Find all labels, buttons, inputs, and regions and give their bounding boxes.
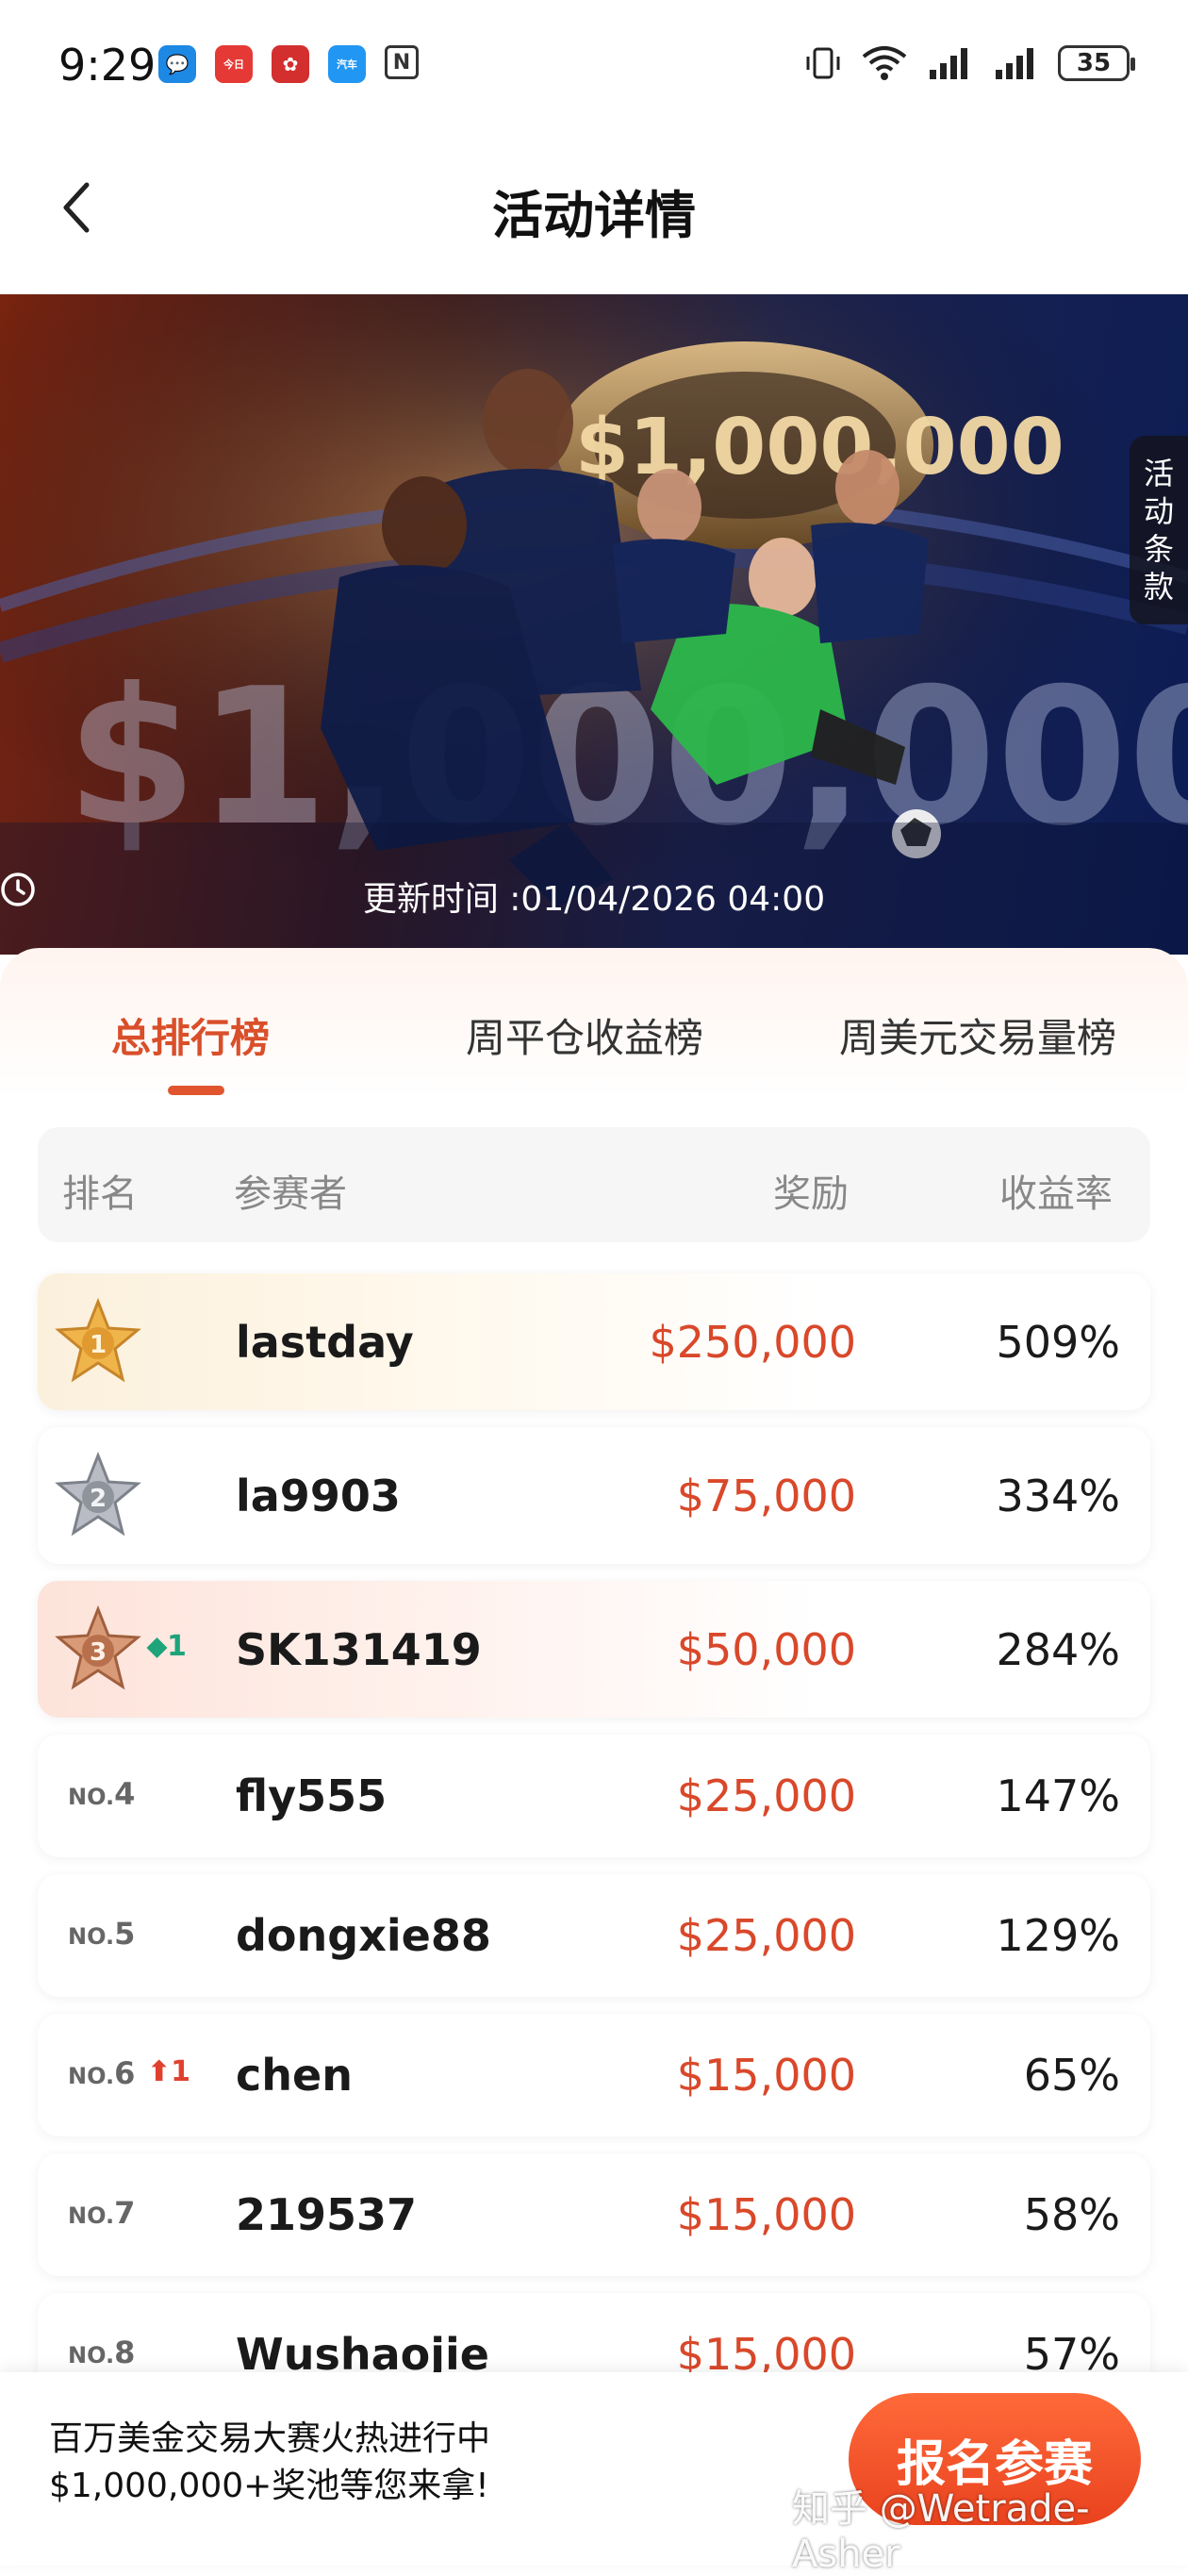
page-title: 活动详情 (492, 186, 696, 245)
system-icons: 35 (803, 43, 1135, 83)
nav-header: 活动详情 (0, 132, 1188, 294)
table-row[interactable]: NO.7 219537 $15,000 58% (38, 2153, 1150, 2276)
promo-line-1: 百万美金交易大赛火热进行中 (49, 2419, 491, 2458)
header-rank: 排名 (62, 1172, 138, 1216)
return-rate: 284% (996, 1624, 1120, 1675)
car-notification-icon: 汽车 (328, 45, 366, 83)
participant-name: lastday (236, 1317, 414, 1368)
table-row[interactable]: 3 ⬥1 SK131419 $50,000 284% (38, 1581, 1150, 1718)
svg-text:1: 1 (90, 1331, 107, 1359)
tab-overall[interactable]: 总排行榜 (111, 1006, 270, 1064)
reward-value: $250,000 (649, 1317, 857, 1368)
promo-line-2: $1,000,000+奖池等您来拿! (49, 2467, 489, 2505)
table-row[interactable]: NO.5 dongxie88 $25,000 129% (38, 1874, 1150, 1997)
participant-name: dongxie88 (236, 1910, 491, 1961)
gold-medal-icon: 1 (55, 1298, 141, 1383)
rank-number: NO.4 (68, 1776, 136, 1812)
notification-icons: 💬 今日 ✿ 汽车 N (158, 45, 419, 83)
rank-up-arrow-icon: ⬆ (147, 2055, 172, 2088)
status-time: 9:29 (58, 40, 157, 91)
clock-icon (1, 873, 35, 906)
table-row[interactable]: 1 lastday $250,000 509% (38, 1273, 1150, 1410)
reward-value: $25,000 (676, 1910, 856, 1961)
battery-icon: 35 (1058, 45, 1135, 81)
svg-text:2: 2 (90, 1485, 107, 1513)
app-notification-icon: ✿ (272, 45, 309, 83)
return-rate: 58% (1023, 2189, 1120, 2240)
return-rate: 65% (1023, 2050, 1120, 2101)
wifi-icon (862, 46, 907, 80)
svg-text:3: 3 (90, 1638, 107, 1667)
status-bar: 9:29 💬 今日 ✿ 汽车 N 35 (0, 0, 1188, 132)
header-rate: 收益率 (999, 1172, 1113, 1216)
rank-up-arrow-icon: ⬥ (147, 1630, 167, 1663)
news-notification-icon: 今日 (215, 45, 253, 83)
bottom-bar: 百万美金交易大赛火热进行中 $1,000,000+奖池等您来拿! 报名参赛 知乎… (0, 2372, 1188, 2576)
signal-icon (930, 48, 967, 79)
reward-value: $25,000 (676, 1770, 856, 1821)
promo-banner[interactable]: $1,000,000 $1,000,000+ 活动条款 更新时间 (0, 294, 1188, 955)
participant-name: 219537 (236, 2189, 418, 2240)
watermark: 知乎 @Wetrade-Asher (792, 2487, 1090, 2576)
leaderboard-tabs: 总排行榜 周平仓收益榜 周美元交易量榜 (0, 948, 1188, 1099)
participant-name: chen (236, 2050, 353, 2101)
rank-number: NO.8 (68, 2335, 136, 2370)
signal-icon-2 (996, 48, 1033, 79)
update-time-label: 更新时间 :01/04/2026 04:00 (362, 880, 826, 919)
return-rate: 147% (996, 1770, 1120, 1821)
rank-number: NO.5 (68, 1916, 136, 1952)
promo-text: 百万美金交易大赛火热进行中 $1,000,000+奖池等您来拿! (49, 2416, 490, 2510)
header-reward: 奖励 (773, 1172, 849, 1216)
table-row[interactable]: 2 la9903 $75,000 334% (38, 1427, 1150, 1564)
rank-change-up: ⬥1 (147, 1630, 187, 1663)
return-rate: 509% (996, 1317, 1120, 1368)
reward-value: $75,000 (676, 1471, 856, 1521)
tab-indicator (168, 1086, 224, 1095)
terms-tab[interactable]: 活动条款 (1130, 436, 1188, 624)
update-time: 更新时间 :01/04/2026 04:00 (0, 872, 1188, 921)
bronze-medal-icon: 3 (55, 1605, 141, 1690)
ranking-card: 总排行榜 周平仓收益榜 周美元交易量榜 排名 参赛者 奖励 收益率 1 last… (0, 948, 1188, 2416)
table-row[interactable]: NO.6 ⬆1 chen $15,000 65% (38, 2014, 1150, 2136)
header-participant: 参赛者 (234, 1172, 347, 1216)
return-rate: 129% (996, 1910, 1120, 1961)
table-row[interactable]: NO.4 fly555 $25,000 147% (38, 1735, 1150, 1857)
return-rate: 334% (996, 1471, 1120, 1521)
nfc-icon: N (385, 45, 419, 79)
tab-weekly-usd-volume[interactable]: 周美元交易量榜 (839, 1006, 1116, 1064)
rank-number: NO.6 (68, 2055, 136, 2091)
banner-artwork: $1,000,000 $1,000,000+ (0, 294, 1188, 955)
participant-name: fly555 (236, 1770, 388, 1821)
silver-medal-icon: 2 (55, 1452, 141, 1537)
reward-value: $15,000 (676, 2050, 856, 2101)
participant-name: SK131419 (236, 1624, 482, 1675)
vibrate-icon (806, 47, 840, 79)
reward-value: $15,000 (676, 2189, 856, 2240)
rank-change-up: ⬆1 (147, 2055, 191, 2088)
table-header: 排名 参赛者 奖励 收益率 (38, 1127, 1150, 1242)
rank-number: NO.7 (68, 2195, 136, 2231)
participant-name: la9903 (236, 1471, 401, 1521)
tab-weekly-close-profit[interactable]: 周平仓收益榜 (466, 1006, 703, 1064)
chat-notification-icon: 💬 (158, 45, 196, 83)
reward-value: $50,000 (676, 1624, 856, 1675)
